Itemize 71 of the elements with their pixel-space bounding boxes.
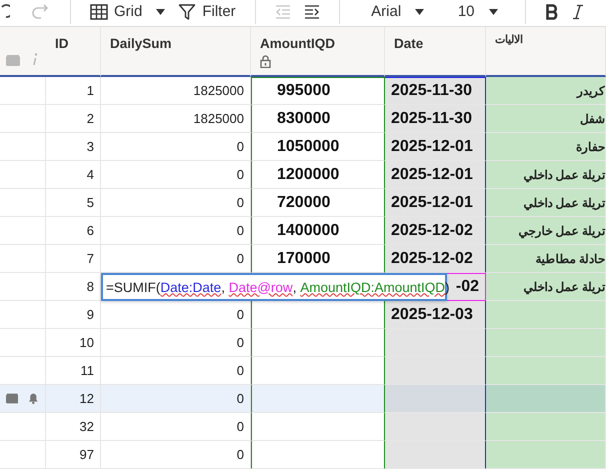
formula-editor[interactable]: =SUMIF(Date:Date, Date@row, AmountIQD:AmountIQD) [101, 273, 447, 301]
table-cell: حفارة [486, 133, 606, 161]
table-cell: 2 [46, 105, 101, 133]
table-cell: تريلة عمل داخلي [486, 273, 606, 301]
italic-icon[interactable] [572, 4, 584, 20]
column-title: ID [55, 36, 68, 51]
table-cell: 12 [46, 385, 101, 413]
table-cell: 5 [46, 189, 101, 217]
table-cell: 2025-12-02 [385, 217, 486, 245]
table-cell: تريلة عمل خارجي [486, 217, 606, 245]
table-cell: 0 [101, 133, 251, 161]
column-header[interactable]: AmountIQD [251, 27, 385, 77]
table-cell: 0 [101, 329, 251, 357]
info-icon[interactable] [32, 53, 38, 66]
table-cell: 1825000 [101, 105, 251, 133]
undo-icon[interactable] [0, 2, 10, 20]
button-label: Grid [114, 3, 142, 20]
table-cell: 9 [46, 301, 101, 329]
bold-icon[interactable] [544, 4, 559, 20]
table-cell: 0 [101, 217, 251, 245]
caret-icon [415, 8, 424, 14]
bell-icon[interactable] [28, 392, 39, 405]
column-header[interactable]: الاليات [486, 27, 606, 77]
dropdown-value: 10 [458, 3, 475, 20]
button-label: Filter [202, 3, 236, 20]
table-cell: 2025-11-30 [385, 105, 486, 133]
table-cell: 4 [46, 161, 101, 189]
table-cell: 0 [101, 189, 251, 217]
table-cell: 0 [101, 413, 251, 441]
column-header[interactable]: Date [385, 27, 486, 77]
table-cell: 0 [101, 441, 251, 469]
table-cell: 1 [46, 77, 101, 105]
column-title: DailySum [110, 36, 172, 51]
table-cell: 995000 [251, 77, 385, 105]
table-cell: 2025-12-01 [385, 189, 486, 217]
table-cell: 10 [46, 329, 101, 357]
table-cell: 32 [46, 413, 101, 441]
column-header[interactable]: DailySum [101, 27, 251, 77]
table-cell: حادلة مطاطية [486, 245, 606, 273]
indent-icon[interactable] [304, 4, 320, 18]
column-title: الاليات [495, 33, 523, 46]
table-cell: 97 [46, 441, 101, 469]
table-cell: كريدر [486, 77, 606, 105]
font-size-dropdown[interactable]: 10 [458, 3, 498, 20]
dropdown-value: Arial [371, 3, 402, 20]
font-dropdown[interactable]: Arial [368, 3, 427, 20]
row-gutter[interactable] [0, 385, 46, 413]
caret-icon [156, 8, 166, 14]
grid-view-button[interactable]: Grid [90, 3, 166, 20]
table-cell: 2025-11-30 [385, 77, 486, 105]
table-cell: 2025-12-01 [385, 161, 486, 189]
column-title: Date [394, 36, 424, 51]
table-cell: تريلة عمل داخلي [486, 161, 606, 189]
table-cell: 6 [46, 217, 101, 245]
folder-icon[interactable] [6, 393, 18, 404]
table-cell: تريلة عمل داخلي [486, 189, 606, 217]
table-cell: 2025-12-02 [385, 245, 486, 273]
table-cell: 2025-12-01 [385, 133, 486, 161]
grid-icon [90, 4, 108, 20]
column-title: AmountIQD [260, 36, 335, 51]
table-cell: 1825000 [101, 77, 251, 105]
filter-button[interactable]: Filter [178, 2, 236, 20]
table-cell: 0 [101, 385, 251, 413]
table-cell: 2025-12-03 [385, 301, 486, 329]
table-cell: شفل [486, 105, 606, 133]
table-cell: 0 [101, 161, 251, 189]
table-cell: 7 [46, 245, 101, 273]
filter-icon [178, 2, 196, 20]
caret-icon [488, 8, 498, 14]
column-header[interactable]: ID [46, 27, 101, 77]
table-cell: 3 [46, 133, 101, 161]
